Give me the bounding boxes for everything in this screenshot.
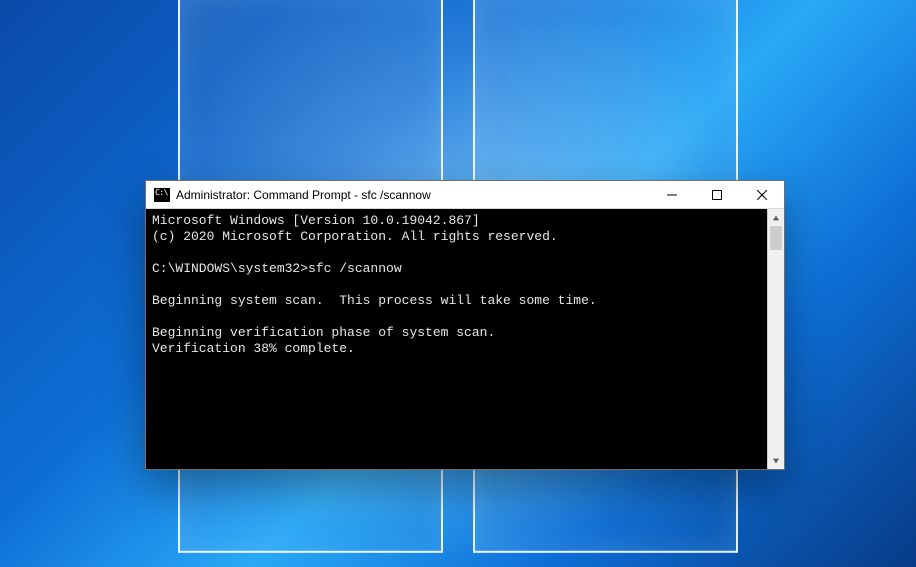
terminal-line: C:\WINDOWS\system32>sfc /scannow	[152, 261, 402, 276]
window-title: Administrator: Command Prompt - sfc /sca…	[176, 188, 649, 202]
terminal-line: Beginning system scan. This process will…	[152, 293, 597, 308]
close-button[interactable]	[739, 181, 784, 208]
window-controls	[649, 181, 784, 208]
minimize-button[interactable]	[649, 181, 694, 208]
desktop-background: Administrator: Command Prompt - sfc /sca…	[0, 0, 916, 567]
cmd-icon	[154, 188, 170, 202]
terminal-output[interactable]: Microsoft Windows [Version 10.0.19042.86…	[146, 209, 767, 469]
scroll-up-button[interactable]	[768, 209, 784, 226]
command-prompt-window: Administrator: Command Prompt - sfc /sca…	[145, 180, 785, 470]
scroll-thumb[interactable]	[770, 226, 782, 250]
maximize-button[interactable]	[694, 181, 739, 208]
terminal-line: Microsoft Windows [Version 10.0.19042.86…	[152, 213, 480, 228]
vertical-scrollbar[interactable]	[767, 209, 784, 469]
client-area: Microsoft Windows [Version 10.0.19042.86…	[146, 209, 784, 469]
terminal-line: Verification 38% complete.	[152, 341, 355, 356]
terminal-line: Beginning verification phase of system s…	[152, 325, 495, 340]
scroll-down-button[interactable]	[768, 452, 784, 469]
terminal-line: (c) 2020 Microsoft Corporation. All righ…	[152, 229, 558, 244]
titlebar[interactable]: Administrator: Command Prompt - sfc /sca…	[146, 181, 784, 209]
